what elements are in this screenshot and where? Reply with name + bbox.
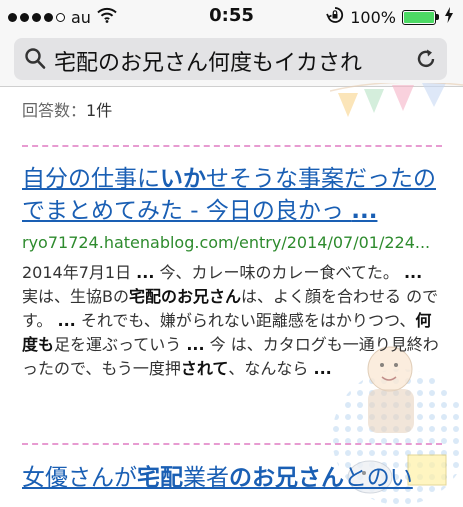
snippet-text: それでも、嫌がられない距離感をはかりつつ、: [75, 311, 416, 330]
title-text: とのい: [344, 465, 413, 491]
result-snippet: 2014年7月1日 ... 今、カレー味のカレー食べてた。 ... 実は、生協B…: [22, 261, 442, 381]
rotation-lock-icon: [326, 6, 344, 28]
title-highlight: のお兄さん: [229, 465, 344, 491]
answer-count-value: 1件: [86, 101, 113, 120]
snippet-text: 、なんなら: [228, 359, 314, 378]
title-ellipsis: ...: [351, 198, 378, 224]
battery-icon: [402, 9, 439, 25]
snippet-text: 足を運ぶっていう: [54, 335, 187, 354]
snippet-text: 実は、生協Bの: [22, 287, 129, 306]
title-text: 女優さんが: [22, 465, 137, 491]
snippet-ellipsis: ...: [313, 359, 332, 378]
status-bar: au 0:55 100%: [0, 0, 463, 32]
snippet-ellipsis: ...: [136, 263, 155, 282]
search-results-page: 回答数：1件 自分の仕事にいかせそうな事案だったのでまとめてみた - 今日の良か…: [0, 83, 463, 505]
dashed-separator: [22, 145, 442, 147]
address-bar-area: 宅配のお兄さん何度もイカされ: [0, 32, 463, 87]
answer-count: 回答数：1件: [22, 97, 112, 121]
title-text: 自分の仕事に: [22, 166, 160, 192]
snippet-highlight: の: [161, 287, 178, 306]
charging-icon: [445, 7, 453, 27]
search-icon: [24, 47, 46, 75]
snippet-text: 今、カレー味のカレー食べてた。: [154, 263, 404, 282]
dashed-separator: [22, 443, 442, 445]
search-query-text[interactable]: 宅配のお兄さん何度もイカされ: [54, 45, 414, 77]
snippet-text: 2014年7月1日: [22, 263, 137, 282]
answer-count-label: 回答数：: [22, 101, 87, 120]
snippet-highlight: 宅配: [128, 287, 161, 306]
snippet-ellipsis: ...: [403, 263, 423, 282]
snippet-highlight: お兄さん: [177, 287, 242, 306]
status-right: 100%: [326, 6, 453, 28]
snippet-ellipsis: ...: [186, 335, 205, 354]
result-title-link[interactable]: 女優さんが宅配業者のお兄さんとのい: [22, 462, 452, 494]
snippet-highlight: されて: [180, 359, 229, 378]
snippet-ellipsis: ...: [57, 311, 76, 330]
bunting-decoration: [330, 83, 463, 117]
result-url[interactable]: ryo71724.hatenablog.com/entry/2014/07/01…: [22, 233, 452, 252]
battery-percent: 100%: [350, 7, 396, 27]
address-bar[interactable]: 宅配のお兄さん何度もイカされ: [14, 38, 447, 80]
result-title-link[interactable]: 自分の仕事にいかせそうな事案だったのでまとめてみた - 今日の良かっ ...: [22, 163, 452, 227]
title-highlight: いか: [160, 166, 206, 192]
reload-icon[interactable]: [415, 47, 437, 75]
title-highlight: 宅配: [137, 465, 183, 491]
title-text: 業者: [183, 465, 229, 491]
